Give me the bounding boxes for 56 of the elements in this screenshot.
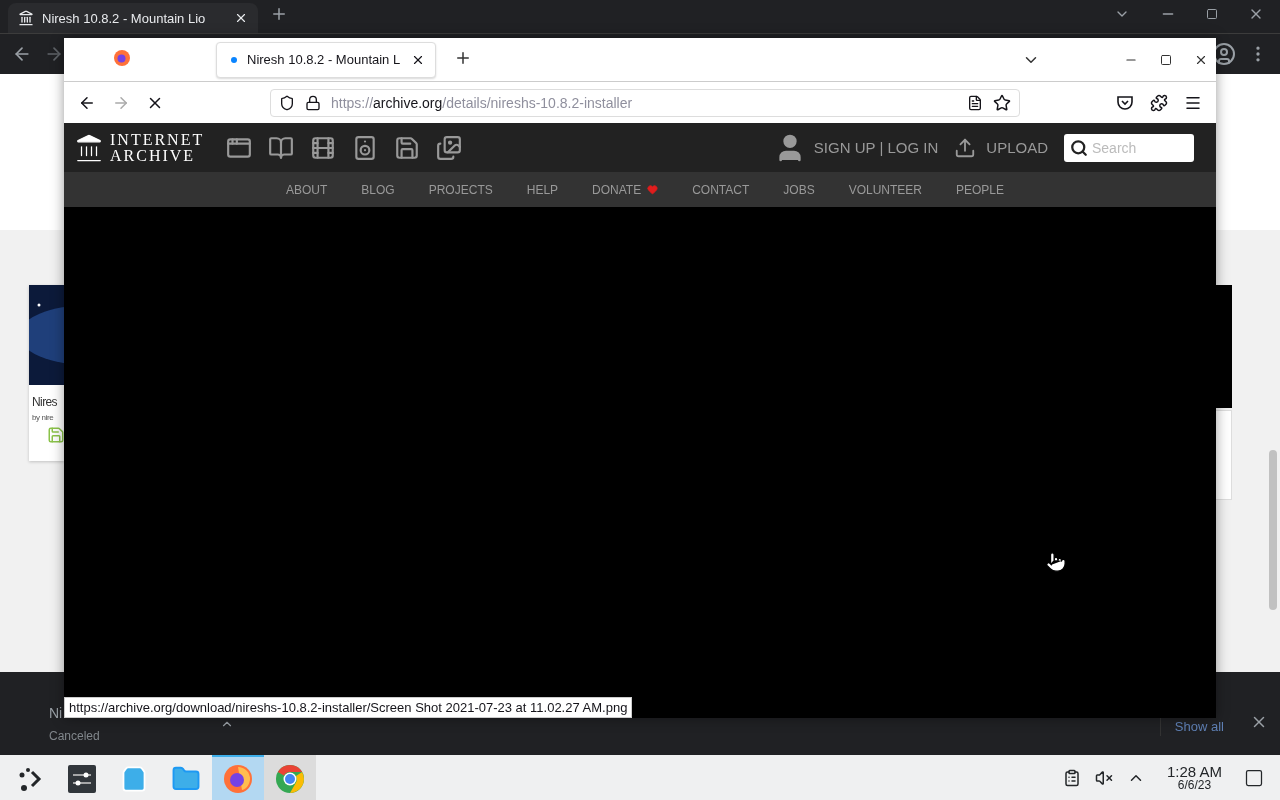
pocket-icon[interactable]: [1116, 93, 1134, 112]
book-icon[interactable]: [268, 134, 295, 161]
library-icon: [18, 10, 34, 26]
images-icon[interactable]: [436, 134, 463, 161]
card-byline: by nire: [31, 412, 55, 424]
nav-link[interactable]: PROJECTS: [428, 182, 493, 197]
launcher-icon[interactable]: [17, 765, 43, 792]
show-desktop-icon[interactable]: [1244, 767, 1264, 788]
reader-view-icon[interactable]: [967, 94, 983, 111]
maximize-icon[interactable]: [1160, 53, 1172, 66]
floppy-icon[interactable]: [394, 134, 421, 161]
shield-icon: [279, 94, 295, 111]
firefox-icon: [114, 49, 130, 66]
separator: |: [879, 139, 884, 156]
firefox-icon[interactable]: [223, 763, 253, 794]
search-input[interactable]: Search: [1092, 139, 1182, 156]
log-in-link[interactable]: LOG IN: [887, 139, 939, 156]
url-text: https://archive.org/details/nireshs-10.8.2-installer: [331, 94, 634, 111]
search-field[interactable]: Search: [1064, 133, 1194, 162]
status-url: https://archive.org/download/nireshs-10.8.2-installer/Screen Shot 2021-07-23 at 11.02.27 AM.png: [64, 697, 633, 718]
nav-link[interactable]: PEOPLE: [956, 182, 1005, 197]
nav-link[interactable]: JOBS: [783, 182, 815, 197]
browser-tab[interactable]: Niresh 10.8.2 - Mountain Lio: [8, 3, 258, 33]
chrome-icon[interactable]: [275, 763, 305, 794]
download-status: Canceled: [49, 728, 101, 743]
nav-link[interactable]: HELP: [526, 182, 559, 197]
settings-icon[interactable]: [68, 764, 96, 793]
film-icon[interactable]: [310, 134, 337, 161]
nav-link[interactable]: CONTACT: [692, 182, 750, 197]
nav-link[interactable]: VOLUNTEER: [848, 182, 922, 197]
item-card[interactable]: Nires by nire: [29, 285, 64, 461]
library-icon: [74, 132, 104, 163]
upload-icon: [954, 136, 977, 159]
upload-link[interactable]: UPLOAD: [954, 136, 1048, 159]
lock-icon: [305, 94, 321, 111]
bookmark-star-icon[interactable]: [993, 93, 1011, 112]
nav-link[interactable]: DONATE: [592, 182, 659, 197]
maximize-icon[interactable]: [1206, 7, 1218, 20]
site-logo[interactable]: INTERNET ARCHIVE: [110, 131, 205, 164]
clock[interactable]: 1:28 AM 6/6/23: [1166, 764, 1222, 791]
extensions-icon[interactable]: [1150, 93, 1168, 112]
loading-dot-icon: [231, 56, 237, 63]
clock-date: 6/6/23: [1177, 779, 1212, 791]
nav-link[interactable]: BLOG: [361, 182, 395, 197]
card-title: Nires: [31, 394, 58, 409]
muted-speaker-icon[interactable]: [1094, 768, 1113, 787]
address-bar[interactable]: https://archive.org/details/nireshs-10.8.2-installer: [270, 88, 1020, 117]
search-icon: [1070, 138, 1088, 157]
new-tab-icon[interactable]: [270, 5, 288, 23]
close-icon[interactable]: [234, 11, 248, 25]
sign-up-link[interactable]: SIGN UP: [813, 139, 876, 156]
clock-time: 1:28 AM: [1166, 764, 1222, 779]
clipboard-icon[interactable]: [1062, 768, 1081, 787]
nav-link[interactable]: ABOUT: [286, 182, 328, 197]
save-icon: [47, 426, 64, 444]
browser-tab[interactable]: Niresh 10.8.2 - Mountain L: [216, 41, 436, 78]
